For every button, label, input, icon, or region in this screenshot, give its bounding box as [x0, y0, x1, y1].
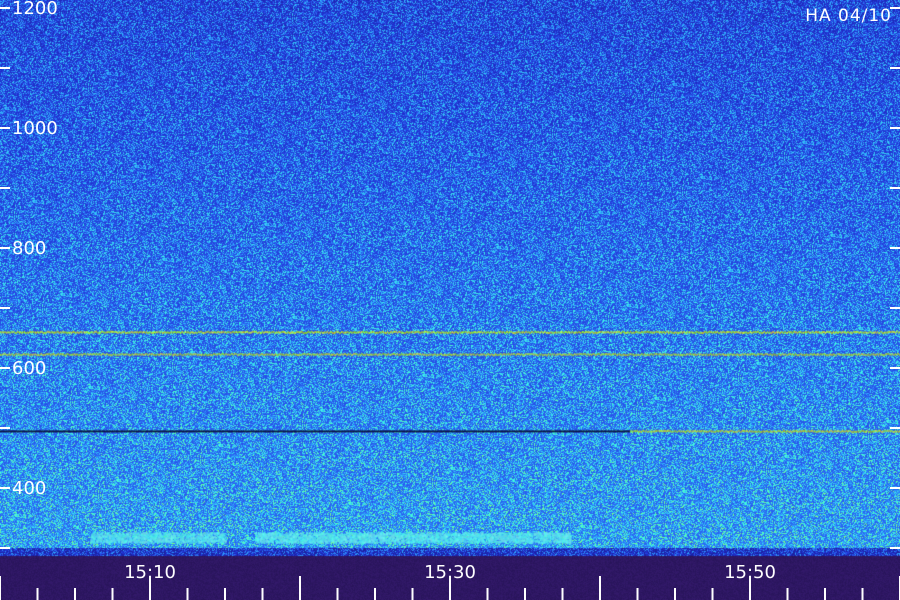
x-tick-minor: [524, 588, 526, 600]
x-tick-minor: [486, 588, 489, 600]
y-tick-right: [890, 427, 900, 429]
y-tick-label: 1000: [12, 118, 58, 139]
x-tick-minor: [111, 588, 114, 600]
x-tick-major: [599, 576, 601, 600]
y-tick-left: [0, 307, 10, 309]
y-tick-label: 600: [12, 358, 46, 379]
x-tick-minor: [824, 588, 826, 600]
y-tick-label: 800: [12, 238, 46, 259]
station-label: HA 04/10: [805, 6, 892, 26]
y-tick-left: [0, 7, 10, 9]
y-tick-label: 1200: [12, 0, 58, 19]
x-tick-label: 15:50: [724, 562, 776, 583]
y-tick-label: 400: [12, 478, 46, 499]
y-tick-left: [0, 487, 10, 489]
x-tick-minor: [711, 588, 714, 600]
y-tick-left: [0, 67, 10, 69]
x-tick-minor: [186, 588, 189, 600]
y-tick-left: [0, 187, 10, 189]
x-tick-minor: [561, 588, 564, 600]
y-tick-right: [890, 247, 900, 249]
axes-overlay: 1200 1000 800 600 400 15:10 15:30 15:50: [0, 0, 900, 600]
x-tick-major: [299, 576, 301, 600]
x-tick-minor: [786, 588, 789, 600]
x-tick-minor: [411, 588, 414, 600]
y-tick-right: [890, 127, 900, 129]
x-tick-minor: [636, 588, 639, 600]
y-tick-right: [890, 487, 900, 489]
y-tick-right: [890, 307, 900, 309]
y-tick-right: [890, 187, 900, 189]
x-tick-minor: [261, 588, 264, 600]
x-tick-label: 15:10: [124, 562, 176, 583]
x-tick-label: 15:30: [424, 562, 476, 583]
y-tick-right: [890, 367, 900, 369]
y-tick-right: [890, 547, 900, 549]
x-tick-minor: [674, 588, 676, 600]
spectrogram-chart: 1200 1000 800 600 400 15:10 15:30 15:50 HA 04/1…: [0, 0, 900, 600]
y-tick-left: [0, 127, 10, 129]
x-tick-minor: [224, 588, 226, 600]
x-tick-minor: [861, 588, 864, 600]
y-tick-left: [0, 367, 10, 369]
x-tick-minor: [374, 588, 376, 600]
x-tick-minor: [36, 588, 39, 600]
x-tick-minor: [336, 588, 339, 600]
x-tick-minor: [74, 588, 76, 600]
y-tick-left: [0, 247, 10, 249]
y-tick-left: [0, 427, 10, 429]
y-tick-right: [890, 67, 900, 69]
y-tick-left: [0, 547, 10, 549]
x-tick-major: [0, 576, 1, 600]
